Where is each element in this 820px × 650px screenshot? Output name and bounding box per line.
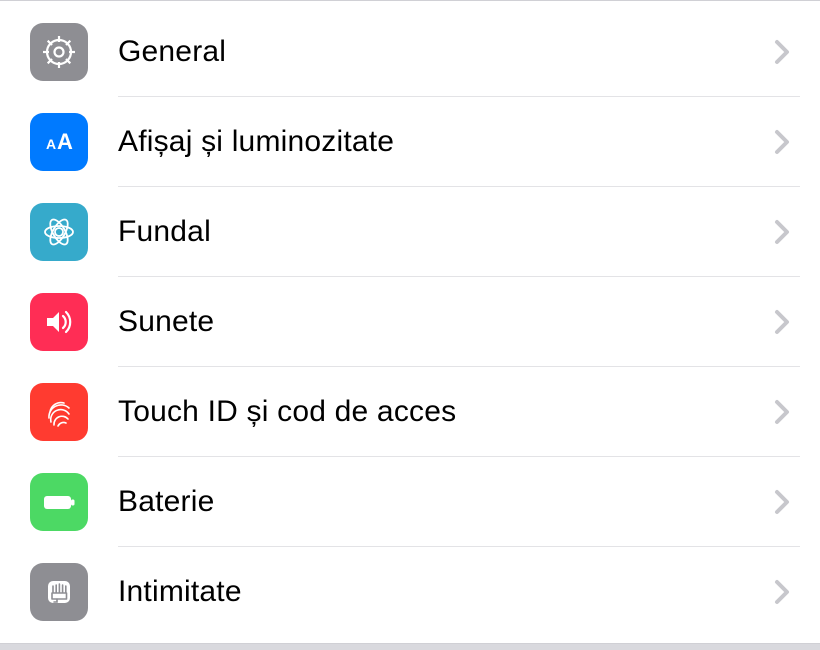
- chevron-right-icon: [774, 129, 790, 155]
- sounds-icon: [30, 293, 88, 351]
- privacy-icon: [30, 563, 88, 621]
- chevron-right-icon: [774, 309, 790, 335]
- settings-item-label: Fundal: [118, 215, 211, 249]
- settings-item-label: Sunete: [118, 305, 214, 339]
- settings-item-label: Intimitate: [118, 575, 242, 609]
- chevron-right-icon: [774, 219, 790, 245]
- wallpaper-icon: [30, 203, 88, 261]
- settings-list: General A A Afișaj și luminozitate: [0, 0, 820, 644]
- settings-item-privacy[interactable]: Intimitate: [0, 547, 820, 637]
- settings-item-battery[interactable]: Baterie: [0, 457, 820, 547]
- settings-item-touchid[interactable]: Touch ID și cod de acces: [0, 367, 820, 457]
- chevron-right-icon: [774, 579, 790, 605]
- settings-item-wallpaper[interactable]: Fundal: [0, 187, 820, 277]
- settings-item-sounds[interactable]: Sunete: [0, 277, 820, 367]
- row-body: General: [118, 7, 800, 97]
- row-body: Fundal: [118, 187, 800, 277]
- row-body: Sunete: [118, 277, 800, 367]
- settings-item-label: Baterie: [118, 485, 214, 519]
- row-body: Intimitate: [118, 547, 800, 637]
- fingerprint-icon: [30, 383, 88, 441]
- svg-text:A: A: [57, 129, 73, 154]
- chevron-right-icon: [774, 399, 790, 425]
- row-body: Baterie: [118, 457, 800, 547]
- row-body: Afișaj și luminozitate: [118, 97, 800, 187]
- gear-icon: [30, 23, 88, 81]
- chevron-right-icon: [774, 39, 790, 65]
- settings-item-label: Afișaj și luminozitate: [118, 125, 394, 159]
- chevron-right-icon: [774, 489, 790, 515]
- settings-item-label: Touch ID și cod de acces: [118, 395, 456, 429]
- settings-item-label: General: [118, 35, 226, 69]
- row-body: Touch ID și cod de acces: [118, 367, 800, 457]
- settings-item-general[interactable]: General: [0, 7, 820, 97]
- display-icon: A A: [30, 113, 88, 171]
- svg-text:A: A: [46, 136, 56, 152]
- settings-item-display[interactable]: A A Afișaj și luminozitate: [0, 97, 820, 187]
- battery-icon: [30, 473, 88, 531]
